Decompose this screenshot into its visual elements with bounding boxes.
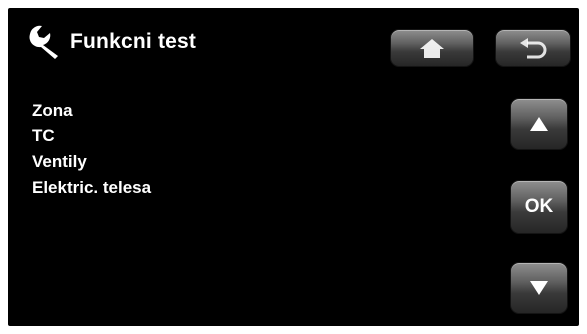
back-arrow-icon — [520, 38, 547, 59]
menu-item-ventily[interactable]: Ventily — [32, 149, 151, 175]
home-button[interactable] — [390, 29, 474, 67]
menu-item-zona[interactable]: Zona — [32, 98, 151, 124]
scroll-up-button[interactable] — [510, 98, 568, 150]
back-button[interactable] — [495, 29, 571, 67]
triangle-up-icon — [530, 117, 548, 131]
home-icon — [420, 39, 444, 58]
triangle-down-icon — [530, 281, 548, 295]
wrench-icon — [29, 25, 58, 59]
menu-item-elektric-telesa[interactable]: Elektric. telesa — [32, 175, 151, 201]
device-screen: Funkcni test Zona TC Ventily Elektric. t… — [8, 8, 579, 326]
menu-list: Zona TC Ventily Elektric. telesa — [32, 98, 151, 201]
ok-label: OK — [524, 196, 554, 217]
header: Funkcni test — [8, 8, 579, 78]
menu-item-tc[interactable]: TC — [32, 123, 151, 149]
page-title: Funkcni test — [70, 30, 197, 53]
ok-button[interactable]: OK — [510, 180, 568, 234]
scroll-down-button[interactable] — [510, 262, 568, 314]
